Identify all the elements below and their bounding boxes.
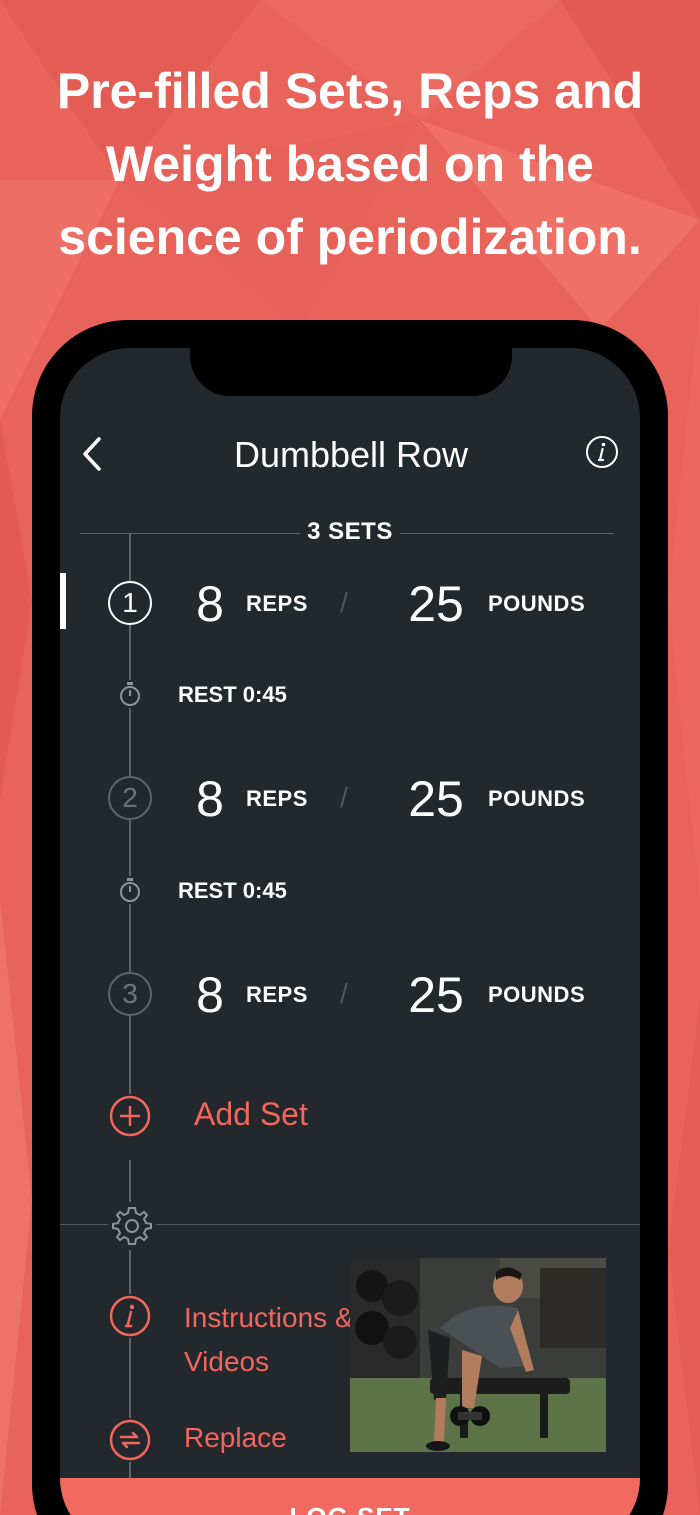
exercise-photo-illustration	[350, 1258, 606, 1452]
log-set-button[interactable]: LOG SET	[60, 1478, 640, 1515]
rest-duration[interactable]: REST 0:45	[178, 878, 287, 904]
promo-headline: Pre-filled Sets, Reps and Weight based o…	[56, 63, 644, 265]
sets-divider-left	[80, 533, 300, 534]
set-separator: /	[340, 978, 348, 1009]
add-set-label[interactable]: Add Set	[194, 1096, 308, 1133]
reps-value[interactable]: 8	[180, 966, 240, 1024]
set-separator: /	[340, 782, 348, 813]
set-row[interactable]: 1 8 REPS / 25 POUNDS	[60, 573, 640, 633]
chevron-left-icon	[83, 437, 101, 471]
weight-value[interactable]: 25	[396, 770, 476, 828]
weight-label: POUNDS	[488, 591, 586, 616]
reps-value[interactable]: 8	[180, 770, 240, 828]
swap-arrows-icon	[108, 1418, 152, 1462]
replace-exercise-button[interactable]: Replace	[60, 1416, 350, 1466]
weight-label: POUNDS	[488, 786, 586, 811]
weight-value[interactable]: 25	[396, 575, 476, 633]
reps-label: REPS	[246, 786, 308, 811]
stopwatch-icon	[118, 876, 142, 904]
set-number-badge[interactable]: 1	[108, 581, 152, 625]
info-circle-icon	[108, 1294, 152, 1338]
exercise-title: Dumbbell Row	[233, 434, 469, 475]
weight-value[interactable]: 25	[396, 966, 476, 1024]
rest-row[interactable]: REST 0:45	[60, 874, 640, 910]
sets-count-label: 3 SETS	[307, 518, 393, 545]
back-button[interactable]	[74, 436, 110, 472]
reps-label: REPS	[246, 591, 308, 616]
info-icon	[586, 436, 618, 468]
reps-label: REPS	[246, 982, 308, 1007]
set-number-badge[interactable]: 3	[108, 972, 152, 1016]
exercise-video-thumbnail[interactable]	[350, 1258, 606, 1452]
log-set-label: LOG SET	[289, 1502, 410, 1515]
set-number-badge[interactable]: 2	[108, 776, 152, 820]
set-row[interactable]: 3 8 REPS / 25 POUNDS	[60, 964, 640, 1024]
sets-divider-right	[400, 533, 614, 534]
replace-label[interactable]: Replace	[184, 1422, 287, 1454]
weight-label: POUNDS	[488, 982, 586, 1007]
set-row[interactable]: 2 8 REPS / 25 POUNDS	[60, 768, 640, 828]
rest-duration[interactable]: REST 0:45	[178, 682, 287, 708]
stopwatch-icon	[118, 680, 142, 708]
set-separator: /	[340, 587, 348, 618]
info-button[interactable]	[584, 434, 620, 470]
reps-value[interactable]: 8	[180, 575, 240, 633]
instructions-videos-button[interactable]: Instructions & Videos	[60, 1292, 354, 1392]
settings-button[interactable]	[108, 1202, 156, 1250]
instructions-label[interactable]: Instructions & Videos	[184, 1296, 354, 1384]
phone-notch	[190, 348, 512, 396]
add-set-button[interactable]: Add Set	[60, 1088, 640, 1144]
gear-icon	[112, 1207, 152, 1245]
phone-screen: Dumbbell Row 3 SETS 1 8 REPS / 25 POUNDS…	[60, 348, 640, 1515]
rest-row[interactable]: REST 0:45	[60, 678, 640, 714]
plus-circle-icon	[108, 1094, 152, 1138]
